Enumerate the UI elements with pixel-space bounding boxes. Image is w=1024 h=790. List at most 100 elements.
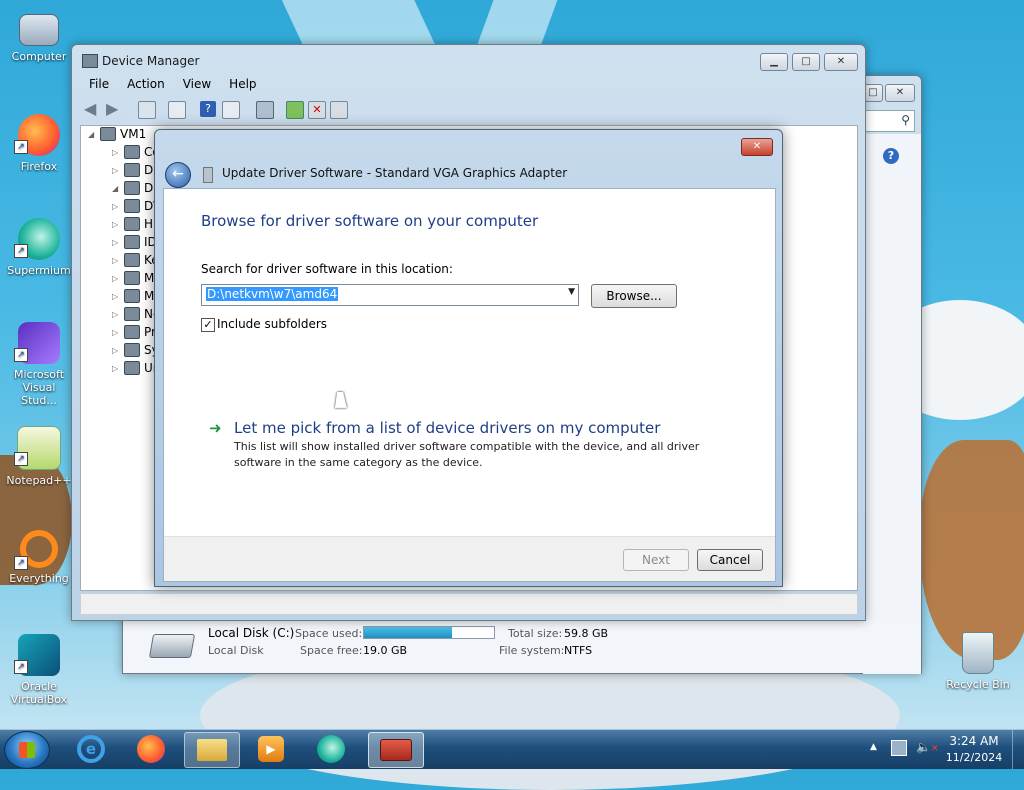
tree-item[interactable]: ◢ Di	[112, 181, 157, 195]
taskbar: e ▶ ▲ 🔈✕ 3:24 AM 11/2/2024	[0, 729, 1024, 769]
taskbar-supermium-button[interactable]	[304, 732, 358, 766]
desktop-icon-computer[interactable]: Computer	[4, 8, 74, 63]
taskbar-device-manager-button[interactable]	[368, 732, 424, 768]
driver-device-icon	[203, 167, 213, 183]
device-category-icon	[124, 163, 140, 177]
dialog-title: Update Driver Software - Standard VGA Gr…	[222, 166, 568, 180]
uninstall-icon[interactable]: ✕	[308, 101, 326, 119]
start-button[interactable]	[4, 731, 50, 769]
minimize-button[interactable]: ▁	[760, 53, 788, 71]
device-category-icon	[124, 145, 140, 159]
taskbar-ie-button[interactable]: e	[64, 732, 118, 766]
tree-item[interactable]: ▷ Pr	[112, 325, 156, 339]
update-driver-dialog[interactable]: ✕ ← Update Driver Software - Standard VG…	[154, 129, 783, 587]
expand-arrow-icon[interactable]: ▷	[112, 238, 120, 247]
expand-arrow-icon[interactable]: ▷	[112, 364, 120, 373]
scan-hardware-icon[interactable]	[256, 101, 274, 119]
next-button[interactable]: Next	[623, 549, 689, 571]
taskbar-media-player-button[interactable]: ▶	[244, 732, 298, 766]
expand-arrow-icon[interactable]: ▷	[112, 310, 120, 319]
path-combobox[interactable]: D:\netkvm\w7\amd64 ▼	[201, 284, 579, 306]
desktop-icon-notepad-plus-plus[interactable]: ↗ Notepad++	[4, 426, 74, 487]
expand-arrow-icon[interactable]: ▷	[112, 328, 120, 337]
expand-arrow-icon[interactable]: ▷	[112, 292, 120, 301]
menu-help[interactable]: Help	[220, 75, 265, 93]
help-icon[interactable]: ?	[883, 148, 899, 164]
update-driver-icon[interactable]	[286, 101, 304, 119]
tree-item[interactable]: ▷ Co	[112, 145, 160, 159]
view-icon[interactable]	[222, 101, 240, 119]
expand-arrow-icon[interactable]: ▷	[112, 166, 120, 175]
include-subfolders-checkbox[interactable]: ✓	[201, 318, 215, 332]
include-subfolders-label[interactable]: Include subfolders	[217, 317, 327, 331]
expand-arrow-icon[interactable]: ▷	[112, 202, 120, 211]
desktop-icon-everything[interactable]: ↗ Everything	[4, 530, 74, 585]
mouse-cursor-icon	[334, 392, 350, 408]
menu-file[interactable]: File	[80, 75, 118, 93]
tree-item[interactable]: ▷ Sy	[112, 343, 159, 357]
folder-icon	[197, 739, 227, 761]
device-manager-app-icon	[82, 54, 98, 68]
tree-item[interactable]: ▷ ID	[112, 235, 157, 249]
tree-item[interactable]: ▷ Ur	[112, 361, 158, 375]
expand-arrow-icon[interactable]: ◢	[112, 184, 120, 193]
space-used-bar	[363, 626, 495, 639]
tray-show-hidden-icon[interactable]: ▲	[870, 742, 877, 752]
chevron-down-icon[interactable]: ▼	[568, 287, 575, 297]
explorer-right-pane: ?	[863, 134, 921, 674]
shortcut-arrow-icon: ↗	[14, 244, 28, 258]
expand-arrow-icon[interactable]: ▷	[112, 220, 120, 229]
menu-view[interactable]: View	[174, 75, 220, 93]
supermium-icon	[317, 735, 345, 763]
volume-muted-icon[interactable]: 🔈✕	[916, 740, 939, 754]
space-used-fill	[364, 627, 453, 638]
explorer-search-box[interactable]: ⚲	[863, 110, 915, 132]
browse-button[interactable]: Browse...	[591, 284, 677, 308]
help-toolbar-icon[interactable]: ?	[200, 101, 216, 117]
cancel-button[interactable]: Cancel	[697, 549, 763, 571]
details-icon[interactable]	[168, 101, 186, 119]
expand-arrow-icon[interactable]: ▷	[112, 274, 120, 283]
dialog-back-button[interactable]: ←	[165, 162, 191, 188]
expand-arrow-icon[interactable]: ▷	[112, 148, 120, 157]
explorer-close-button[interactable]: ✕	[885, 84, 915, 102]
windows-logo-icon	[19, 742, 35, 758]
desktop-icon-recycle-bin[interactable]: Recycle Bin	[940, 632, 1016, 691]
clock-time[interactable]: 3:24 AM	[944, 734, 1004, 748]
shortcut-arrow-icon: ↗	[14, 348, 28, 362]
close-button[interactable]: ✕	[824, 53, 858, 71]
expand-arrow-icon[interactable]: ▷	[112, 346, 120, 355]
desktop-icon-label: Notepad++	[6, 474, 72, 487]
disable-device-icon[interactable]	[330, 101, 348, 119]
maximize-button[interactable]: □	[792, 53, 820, 71]
dialog-close-button[interactable]: ✕	[741, 138, 773, 156]
explorer-maximize-button[interactable]: □	[863, 84, 883, 102]
clock-date[interactable]: 11/2/2024	[944, 751, 1004, 764]
forward-arrow-icon[interactable]: ▶	[106, 101, 122, 117]
path-input[interactable]: D:\netkvm\w7\amd64	[206, 287, 339, 301]
expand-arrow-icon[interactable]: ▷	[112, 256, 120, 265]
taskbar-explorer-button[interactable]	[184, 732, 240, 768]
pick-from-list-desc-1: This list will show installed driver sof…	[234, 440, 700, 453]
tree-item[interactable]: ▷ M	[112, 271, 154, 285]
desktop-icon-label: Firefox	[20, 160, 58, 173]
device-category-icon	[124, 361, 140, 375]
desktop-icon-visual-studio[interactable]: ↗ Microsoft Visual Stud...	[4, 322, 74, 407]
device-category-icon	[124, 199, 140, 213]
properties-icon[interactable]	[138, 101, 156, 119]
desktop-icon-firefox[interactable]: ↗ Firefox	[4, 114, 74, 173]
menu-action[interactable]: Action	[118, 75, 174, 93]
pick-from-list-link[interactable]: ➜ Let me pick from a list of device driv…	[209, 419, 729, 475]
desktop-icon-virtualbox[interactable]: ↗ Oracle VirtualBox	[4, 634, 74, 706]
back-arrow-icon[interactable]: ◀	[84, 101, 100, 117]
taskbar-firefox-button[interactable]	[124, 732, 178, 766]
show-desktop-button[interactable]	[1012, 730, 1024, 769]
tree-item[interactable]: ▷ M	[112, 289, 154, 303]
desktop-icon-supermium[interactable]: ↗ Supermium	[4, 218, 74, 277]
tree-item[interactable]: ▷ Di	[112, 163, 157, 177]
pick-from-list-title[interactable]: Let me pick from a list of device driver…	[234, 419, 660, 437]
tree-root[interactable]: ◢ VM1	[88, 127, 146, 141]
network-icon[interactable]	[891, 740, 907, 756]
tree-item[interactable]: ▷ Ke	[112, 253, 159, 267]
collapse-arrow-icon[interactable]: ◢	[88, 130, 96, 139]
